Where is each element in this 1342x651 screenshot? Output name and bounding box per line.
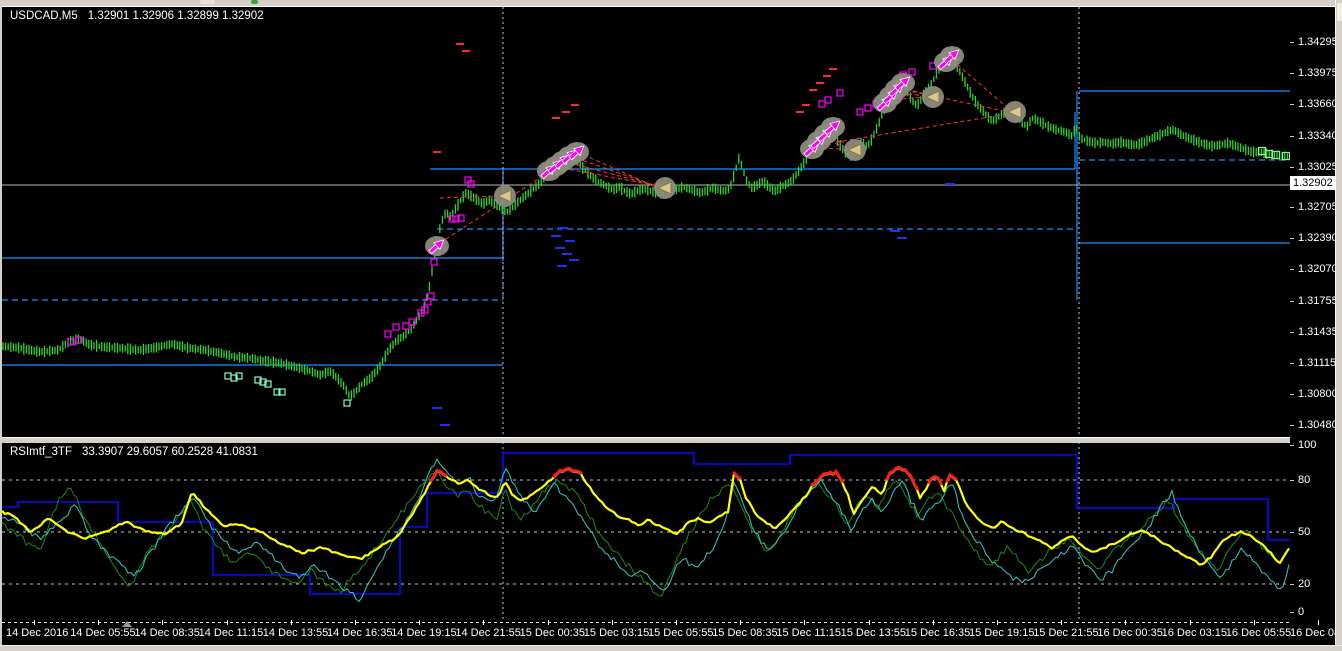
axis-tick xyxy=(997,620,998,625)
main-chart-panel[interactable] xyxy=(2,7,1290,437)
time-axis-label: 15 Dec 13:55 xyxy=(840,627,907,639)
rsi-axis-label: 80 xyxy=(1298,474,1311,486)
indicator-values: 33.3907 29.6057 60.2528 41.0831 xyxy=(81,446,258,458)
axis-tick xyxy=(1290,394,1294,395)
axis-tick xyxy=(740,620,742,625)
axis-tick xyxy=(226,620,228,625)
chart-title: USDCAD,M5 1.32901 1.32906 1.32899 1.32902 xyxy=(10,10,264,22)
time-axis-label: 14 Dec 2016 xyxy=(6,627,69,639)
axis-tick xyxy=(162,620,164,625)
price-axis-label: 1.33975 xyxy=(1298,67,1338,79)
top-edge-artifact xyxy=(200,0,215,4)
time-axis-label: 14 Dec 05:55 xyxy=(70,627,136,639)
axis-tick xyxy=(1290,207,1294,208)
price-axis-label: 1.33025 xyxy=(1298,161,1338,173)
time-axis-label: 15 Dec 11:15 xyxy=(776,627,842,639)
time-axis-label: 15 Dec 16:35 xyxy=(904,627,971,639)
axis-tick xyxy=(1290,269,1294,270)
axis-tick xyxy=(547,620,549,625)
price-axis-label: 1.31115 xyxy=(1298,357,1337,369)
axis-tick xyxy=(1290,238,1294,239)
scroll-position-marker[interactable] xyxy=(122,621,132,627)
axis-tick xyxy=(1290,363,1294,364)
price-axis-label: 1.32705 xyxy=(1298,201,1338,213)
price-axis-label: 1.31435 xyxy=(1298,326,1338,338)
axis-tick xyxy=(1290,167,1294,168)
rsi-axis-label: 50 xyxy=(1298,526,1311,538)
time-axis-label: 15 Dec 05:55 xyxy=(648,627,714,639)
top-edge-artifact-green xyxy=(251,0,258,4)
indicator-name-label: RSImtf_3TF xyxy=(10,446,72,458)
axis-tick xyxy=(868,620,870,625)
time-axis-label: 14 Dec 19:15 xyxy=(391,627,457,639)
price-axis-label: 1.34295 xyxy=(1298,36,1338,48)
rsi-axis-label: 0 xyxy=(1298,606,1305,618)
mt4-chart-window: 14 Dec 2016 14 Dec 05:55 14 Dec 08:35 14 De… xyxy=(0,0,1342,651)
rsi-indicator-panel[interactable] xyxy=(2,442,1290,620)
axis-tick xyxy=(804,620,806,625)
price-axis-label: 1.32070 xyxy=(1298,263,1338,275)
time-axis-label: 15 Dec 21:55 xyxy=(1033,627,1099,639)
time-axis-label: 16 Dec 03:15 xyxy=(1161,627,1228,639)
time-axis-label: 14 Dec 11:15 xyxy=(198,627,264,639)
axis-tick xyxy=(98,620,100,625)
panel-splitter[interactable] xyxy=(2,437,1335,443)
current-price-tag: 1.32902 xyxy=(1290,176,1335,190)
axis-tick xyxy=(611,620,613,625)
price-axis-label: 1.32390 xyxy=(1298,232,1338,244)
scrollbar-thumb[interactable] xyxy=(1337,3,1342,21)
axis-tick xyxy=(1290,612,1294,613)
axis-tick xyxy=(676,620,677,625)
axis-tick xyxy=(1290,584,1294,585)
ohlc-quotes: 1.32901 1.32906 1.32899 1.32902 xyxy=(87,10,264,22)
axis-tick xyxy=(34,620,35,625)
time-axis-label: 16 Dec 00:35 xyxy=(1097,627,1163,639)
axis-tick xyxy=(1290,425,1294,426)
axis-tick xyxy=(932,620,934,625)
time-axis-label: 15 Dec 08:35 xyxy=(712,627,778,639)
time-axis-label: 14 Dec 08:35 xyxy=(134,627,200,639)
time-axis-label: 14 Dec 16:35 xyxy=(327,627,393,639)
window-bottom-border xyxy=(0,645,1342,651)
axis-tick xyxy=(1253,620,1255,625)
axis-tick xyxy=(1061,620,1063,625)
price-axis-label: 1.33660 xyxy=(1298,98,1338,110)
axis-tick xyxy=(1290,445,1294,446)
price-axis-label: 1.30800 xyxy=(1298,388,1338,400)
window-right-border xyxy=(1335,0,1342,651)
time-axis-label: 14 Dec 13:55 xyxy=(262,627,329,639)
axis-tick xyxy=(1290,104,1294,105)
axis-tick xyxy=(483,620,485,625)
price-axis[interactable]: 1.34295 1.33975 1.33660 1.33340 1.33025 1.327… xyxy=(1290,7,1338,620)
rsi-axis-label: 20 xyxy=(1298,578,1311,590)
time-axis[interactable]: 14 Dec 2016 14 Dec 05:55 14 Dec 08:35 14 De… xyxy=(2,620,1342,645)
axis-tick xyxy=(1125,620,1127,625)
indicator-title: RSImtf_3TF 33.3907 29.6057 60.2528 41.083… xyxy=(10,446,258,458)
axis-tick xyxy=(1290,480,1294,481)
time-axis-label: 14 Dec 21:55 xyxy=(455,627,521,639)
time-axis-label: 15 Dec 03:15 xyxy=(583,627,650,639)
price-axis-label: 1.30480 xyxy=(1298,419,1338,431)
axis-tick xyxy=(355,620,356,625)
axis-tick xyxy=(1189,620,1191,625)
axis-tick xyxy=(1290,73,1294,74)
axis-tick xyxy=(1290,532,1294,533)
axis-tick xyxy=(1290,136,1294,137)
axis-tick xyxy=(419,620,421,625)
time-axis-label: 16 Dec 05:55 xyxy=(1225,627,1292,639)
price-axis-label: 1.33340 xyxy=(1298,130,1338,142)
axis-tick xyxy=(290,620,292,625)
axis-tick xyxy=(1290,301,1294,302)
rsi-axis-label: 100 xyxy=(1298,439,1317,451)
time-axis-label: 15 Dec 19:15 xyxy=(969,627,1035,639)
time-axis-label: 15 Dec 00:35 xyxy=(519,627,586,639)
price-axis-label: 1.31755 xyxy=(1298,295,1338,307)
axis-tick xyxy=(1290,42,1294,43)
symbol-period-label: USDCAD,M5 xyxy=(10,10,78,22)
axis-tick xyxy=(1290,332,1294,333)
axis-tick xyxy=(1318,620,1319,625)
